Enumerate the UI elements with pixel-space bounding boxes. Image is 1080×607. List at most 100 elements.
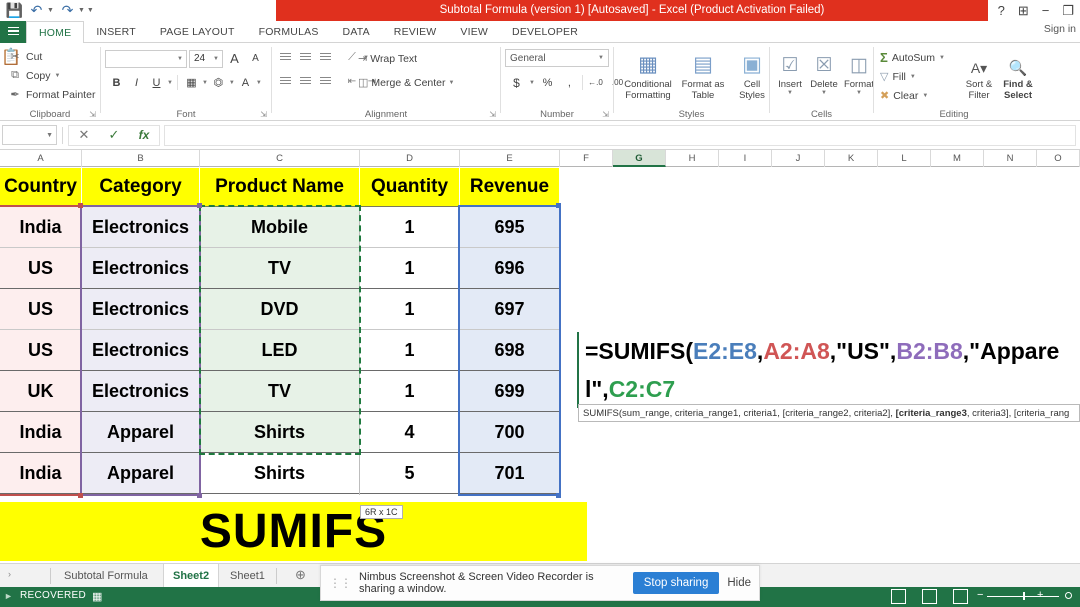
selection-handle[interactable] bbox=[556, 203, 561, 208]
cell-a5[interactable]: US bbox=[0, 330, 81, 371]
cell-a8[interactable]: India bbox=[0, 453, 81, 494]
cell-b8[interactable]: Apparel bbox=[82, 453, 199, 494]
selection-handle[interactable] bbox=[78, 203, 83, 208]
restore-icon[interactable]: ❐ bbox=[1062, 1, 1074, 20]
font-color-button[interactable]: A bbox=[236, 73, 255, 92]
format-as-table-button[interactable]: ▤ Format as Table bbox=[680, 47, 726, 101]
normal-view-icon[interactable] bbox=[891, 589, 906, 604]
cell-d1[interactable]: Quantity bbox=[360, 168, 459, 206]
fill-button[interactable]: ▽ Fill ▼ bbox=[880, 67, 945, 86]
fill-color-button[interactable]: ⏣ bbox=[209, 73, 228, 92]
copy-dropdown-icon[interactable]: ▼ bbox=[55, 73, 61, 79]
column-header-k[interactable]: K bbox=[825, 150, 878, 167]
align-left-button[interactable] bbox=[276, 73, 294, 90]
italic-button[interactable]: I bbox=[127, 73, 146, 92]
font-color-dropdown-icon[interactable]: ▼ bbox=[256, 80, 262, 86]
percent-format-button[interactable]: % bbox=[538, 73, 557, 92]
help-icon[interactable]: ? bbox=[998, 1, 1005, 20]
cell-c6[interactable]: TV bbox=[200, 371, 359, 412]
selection-handle[interactable] bbox=[197, 493, 202, 498]
formula-input[interactable] bbox=[164, 124, 1076, 146]
column-header-d[interactable]: D bbox=[360, 150, 460, 167]
sheet-tab-subtotal-formula[interactable]: Subtotal Formula bbox=[55, 564, 157, 588]
align-right-button[interactable] bbox=[316, 73, 334, 90]
zoom-out-button[interactable]: − bbox=[977, 589, 983, 601]
sumifs-banner[interactable]: SUMIFS bbox=[0, 502, 587, 561]
cell-a3[interactable]: US bbox=[0, 248, 81, 289]
cell-d6[interactable]: 1 bbox=[360, 371, 459, 412]
cell-c3[interactable]: TV bbox=[200, 248, 359, 289]
column-header-m[interactable]: M bbox=[931, 150, 984, 167]
inline-formula-editor[interactable]: =SUMIFS(E2:E8,A2:A8,"US",B2:B8,"Apparel"… bbox=[577, 332, 1077, 408]
hide-sharing-bar-button[interactable]: Hide bbox=[727, 577, 751, 589]
save-icon[interactable]: 💾 bbox=[6, 2, 23, 19]
font-size-input[interactable]: 24 ▼ bbox=[189, 49, 223, 68]
cell-c7[interactable]: Shirts bbox=[200, 412, 359, 453]
number-format-dropdown-icon[interactable]: ▼ bbox=[598, 55, 604, 61]
column-header-j[interactable]: J bbox=[772, 150, 825, 167]
tab-data[interactable]: DATA bbox=[331, 21, 382, 43]
sheet-tab-sheet2[interactable]: Sheet2 bbox=[163, 564, 220, 588]
file-tab[interactable] bbox=[0, 21, 26, 43]
cell-a7[interactable]: India bbox=[0, 412, 81, 453]
cell-c1[interactable]: Product Name bbox=[200, 168, 359, 206]
cell-b3[interactable]: Electronics bbox=[82, 248, 199, 289]
align-middle-button[interactable] bbox=[296, 49, 314, 66]
cell-a1[interactable]: Country bbox=[0, 168, 81, 206]
cell-styles-button[interactable]: ▣ Cell Styles bbox=[730, 47, 774, 101]
autosum-button[interactable]: Σ AutoSum ▼ bbox=[880, 48, 945, 67]
tab-developer[interactable]: DEVELOPER bbox=[500, 21, 590, 43]
font-name-dropdown-icon[interactable]: ▼ bbox=[177, 56, 183, 62]
cell-d5[interactable]: 1 bbox=[360, 330, 459, 371]
delete-dropdown-icon[interactable]: ▼ bbox=[821, 90, 827, 96]
column-header-o[interactable]: O bbox=[1037, 150, 1080, 167]
column-header-n[interactable]: N bbox=[984, 150, 1037, 167]
column-header-f[interactable]: F bbox=[560, 150, 613, 167]
underline-button[interactable]: U bbox=[147, 73, 166, 92]
cell-b2[interactable]: Electronics bbox=[82, 207, 199, 248]
align-top-button[interactable] bbox=[276, 49, 294, 66]
zoom-thumb[interactable] bbox=[1023, 592, 1025, 600]
format-cells-button[interactable]: ◫ Format ▼ bbox=[842, 47, 876, 96]
stop-sharing-button[interactable]: Stop sharing bbox=[632, 572, 720, 594]
cell-c8[interactable]: Shirts bbox=[200, 453, 359, 494]
increase-font-size-button[interactable]: A bbox=[225, 49, 244, 68]
column-header-h[interactable]: H bbox=[666, 150, 719, 167]
zoom-slider[interactable]: − + bbox=[977, 589, 1072, 601]
name-box[interactable]: ▼ bbox=[2, 125, 57, 145]
cell-b6[interactable]: Electronics bbox=[82, 371, 199, 412]
sign-in-link[interactable]: Sign in bbox=[1044, 23, 1076, 35]
cell-e5[interactable]: 698 bbox=[460, 330, 559, 371]
sheet-nav-next-icon[interactable]: › bbox=[8, 569, 11, 579]
font-size-dropdown-icon[interactable]: ▼ bbox=[213, 56, 219, 62]
clipboard-dialog-launcher[interactable]: ⇲ bbox=[89, 110, 96, 119]
cell-d2[interactable]: 1 bbox=[360, 207, 459, 248]
increase-decimal-button[interactable]: ←.0 bbox=[586, 73, 605, 92]
cell-d3[interactable]: 1 bbox=[360, 248, 459, 289]
cut-button[interactable]: ✂ Cut bbox=[8, 47, 95, 66]
column-header-c[interactable]: C bbox=[200, 150, 360, 167]
tab-view[interactable]: VIEW bbox=[448, 21, 500, 43]
zoom-level-indicator[interactable] bbox=[1065, 592, 1072, 599]
fill-dropdown-icon[interactable]: ▼ bbox=[910, 74, 916, 80]
cell-d8[interactable]: 5 bbox=[360, 453, 459, 494]
tab-formulas[interactable]: FORMULAS bbox=[247, 21, 331, 43]
selection-handle[interactable] bbox=[556, 493, 561, 498]
tab-page-layout[interactable]: PAGE LAYOUT bbox=[148, 21, 247, 43]
cell-b1[interactable]: Category bbox=[82, 168, 199, 206]
cell-c5[interactable]: LED bbox=[200, 330, 359, 371]
column-header-g[interactable]: G bbox=[613, 150, 666, 167]
cell-e6[interactable]: 699 bbox=[460, 371, 559, 412]
cancel-formula-button[interactable]: ✕ bbox=[69, 125, 99, 146]
cell-d7[interactable]: 4 bbox=[360, 412, 459, 453]
accounting-dropdown-icon[interactable]: ▼ bbox=[529, 80, 535, 86]
tab-review[interactable]: REVIEW bbox=[382, 21, 449, 43]
column-header-l[interactable]: L bbox=[878, 150, 931, 167]
cell-b5[interactable]: Electronics bbox=[82, 330, 199, 371]
font-dialog-launcher[interactable]: ⇲ bbox=[260, 110, 267, 119]
sort-filter-button[interactable]: A▾ Sort & Filter bbox=[962, 47, 996, 101]
cell-e3[interactable]: 696 bbox=[460, 248, 559, 289]
alignment-dialog-launcher[interactable]: ⇲ bbox=[489, 110, 496, 119]
delete-cells-button[interactable]: ☒ Delete ▼ bbox=[807, 47, 841, 96]
align-bottom-button[interactable] bbox=[316, 49, 334, 66]
